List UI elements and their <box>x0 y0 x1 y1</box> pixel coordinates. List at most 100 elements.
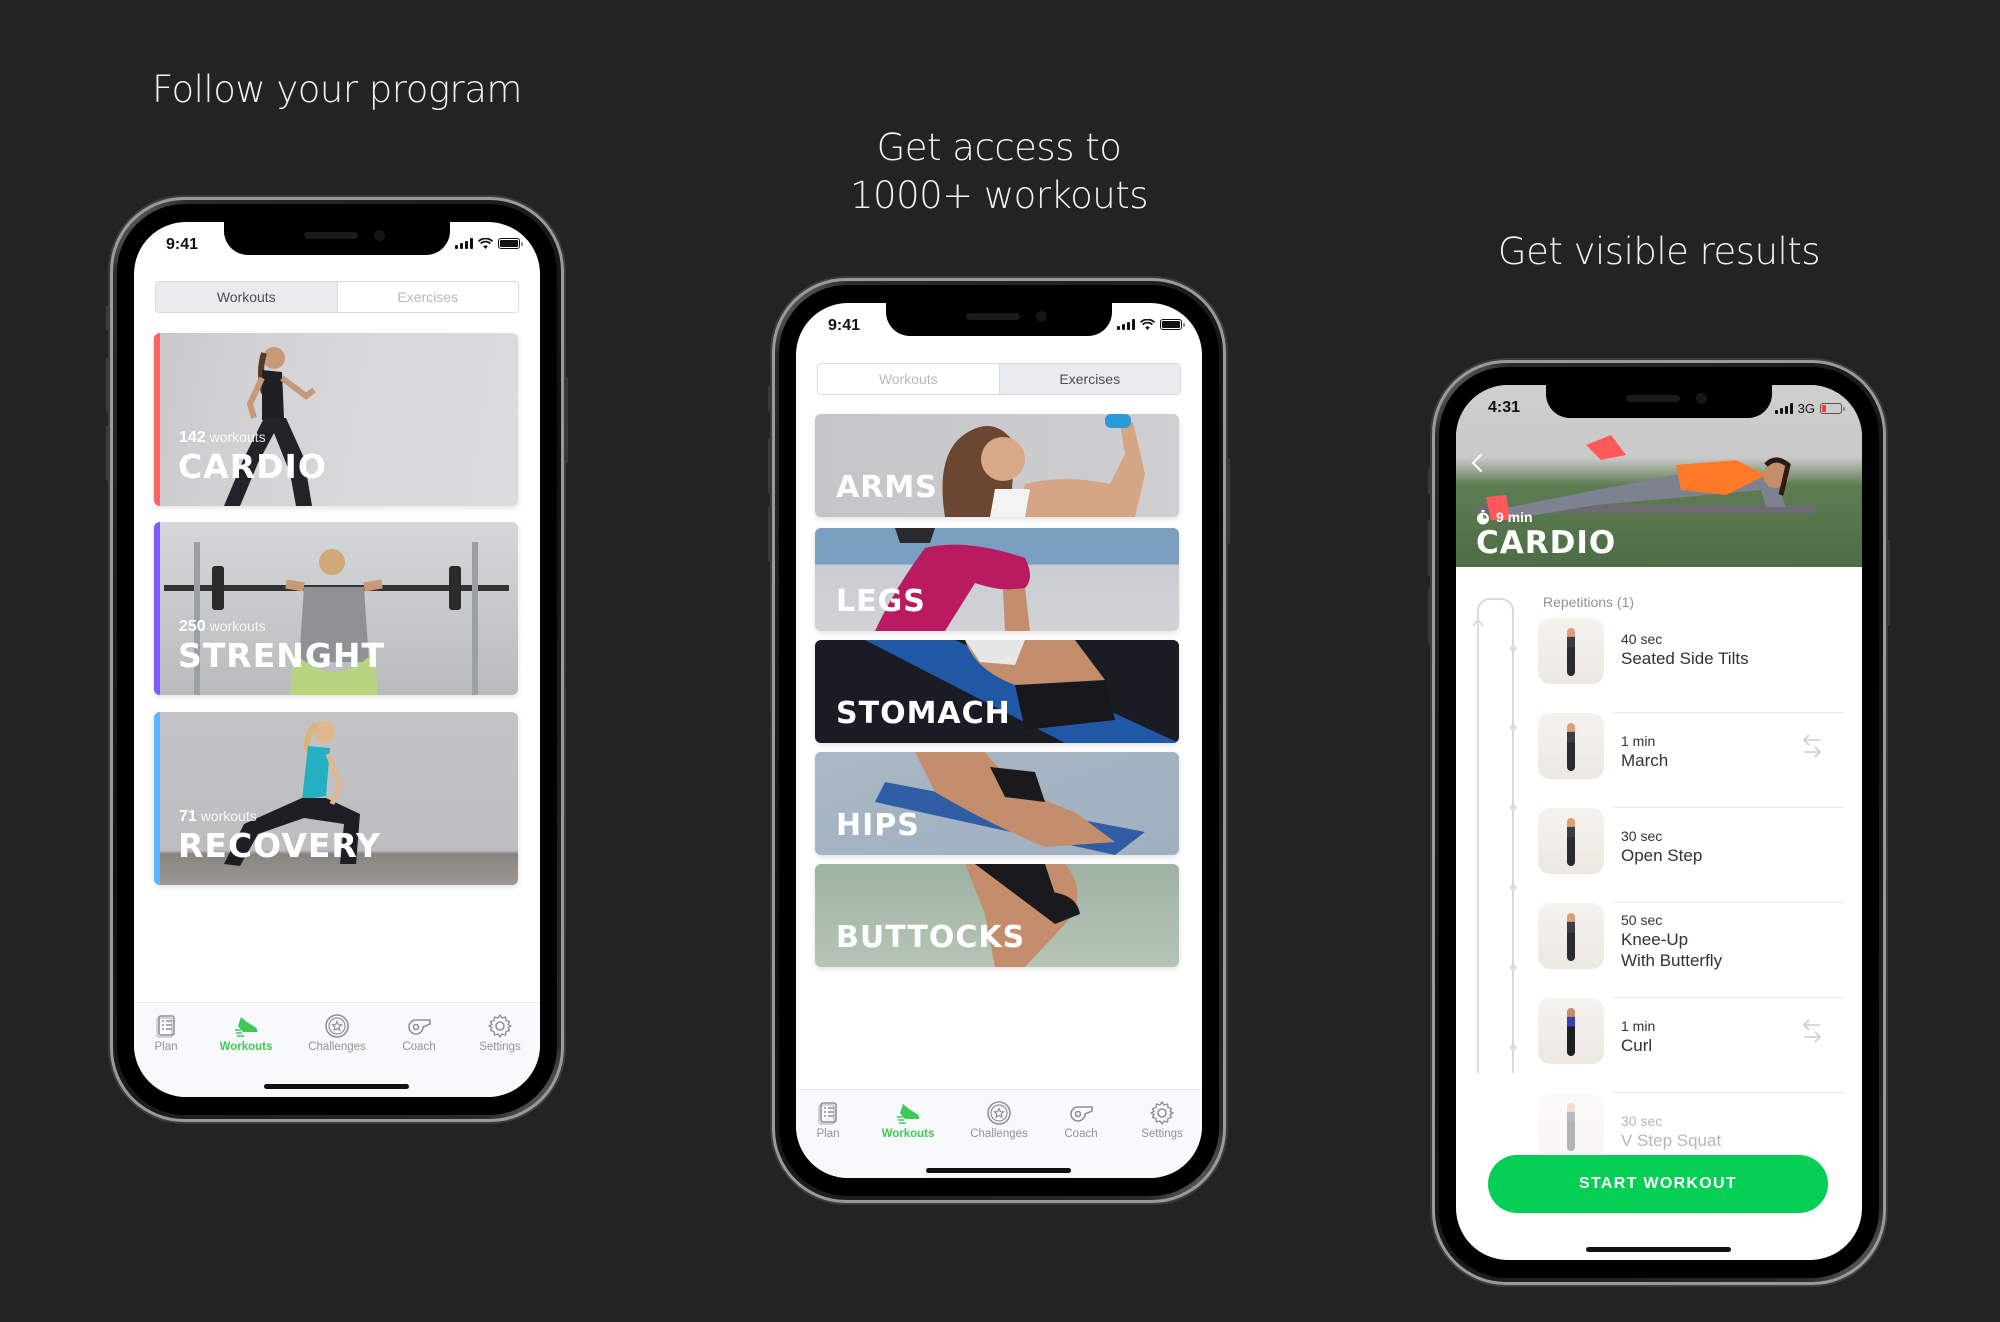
mute-switch <box>768 386 772 412</box>
card-accent <box>154 712 160 885</box>
start-workout-button[interactable]: START WORKOUT <box>1488 1155 1828 1213</box>
tab-label: Coach <box>402 1041 436 1053</box>
segmented-control: Workouts Exercises <box>817 363 1181 395</box>
tab-challenges[interactable]: Challenges <box>959 1100 1039 1140</box>
exercise-row[interactable]: 30 sec Open Step <box>1538 808 1844 903</box>
tab-label: Challenges <box>308 1041 366 1053</box>
volume-up-button <box>1428 520 1432 576</box>
mute-switch <box>1428 468 1432 494</box>
exercise-row[interactable]: 1 min Curl <box>1538 998 1844 1093</box>
status-time: 9:41 <box>166 236 199 253</box>
exercise-thumbnail <box>1538 713 1604 779</box>
sneaker-icon <box>235 1017 258 1037</box>
repetition-timeline <box>1472 598 1516 1073</box>
category-card-strength[interactable]: 250 workouts STRENGHT <box>154 522 518 695</box>
status-time: 4:31 <box>1488 399 1521 416</box>
battery-icon <box>1160 319 1185 330</box>
category-title: RECOVERY <box>178 826 381 865</box>
phone-workouts: 9:41 Workouts Exercises 142 workouts CAR… <box>106 197 568 1122</box>
body-part-card-hips[interactable]: HIPS <box>815 752 1179 855</box>
volume-up-button <box>106 357 110 413</box>
segment-workouts[interactable]: Workouts <box>156 282 337 312</box>
body-part-card-arms[interactable]: ARMS <box>815 414 1179 517</box>
tab-plan[interactable]: Plan <box>134 1013 206 1053</box>
screen: 9:41 Workouts Exercises ARMS LEGS STOMAC… <box>796 303 1202 1178</box>
category-card-cardio[interactable]: 142 workouts CARDIO <box>154 333 518 506</box>
plan-icon <box>818 1102 837 1125</box>
body-part-title: HIPS <box>836 808 920 843</box>
tab-challenges[interactable]: Challenges <box>297 1013 377 1053</box>
tab-workouts[interactable]: Workouts <box>206 1013 286 1053</box>
tab-bar: Plan Workouts Challenges Coach Settings <box>134 1002 540 1097</box>
tab-label: Workouts <box>881 1128 935 1140</box>
segment-exercises[interactable]: Exercises <box>998 364 1180 394</box>
swap-arrows-icon[interactable] <box>1802 733 1822 759</box>
exercise-name: March <box>1621 751 1669 770</box>
exercise-duration: 1 min <box>1621 1018 1656 1034</box>
workout-duration: 9 min <box>1476 509 1533 525</box>
tab-label: Plan <box>154 1041 178 1053</box>
wifi-icon <box>1140 319 1155 330</box>
workout-count: 71 workouts <box>179 808 257 825</box>
stopwatch-icon <box>1477 509 1489 524</box>
notch <box>224 222 450 255</box>
exercise-row[interactable]: 50 sec Knee-Up With Butterfly <box>1538 903 1844 998</box>
network-label: 3G <box>1797 401 1815 416</box>
swap-arrows-icon[interactable] <box>1802 1018 1822 1044</box>
exercise-name: Curl <box>1621 1036 1653 1055</box>
exercise-name: Seated Side Tilts <box>1621 649 1749 668</box>
volume-down-button <box>106 425 110 481</box>
tab-workouts[interactable]: Workouts <box>868 1100 948 1140</box>
whistle-icon <box>408 1019 431 1035</box>
body-part-card-buttocks[interactable]: BUTTOCKS <box>815 864 1179 967</box>
exercise-thumbnail <box>1538 1093 1604 1159</box>
exercise-thumbnail <box>1538 998 1604 1064</box>
back-chevron-icon[interactable] <box>1470 453 1486 473</box>
screen: 9:41 Workouts Exercises 142 workouts CAR… <box>134 222 540 1097</box>
volume-up-button <box>768 438 772 494</box>
category-card-recovery[interactable]: 71 workouts RECOVERY <box>154 712 518 885</box>
body-part-card-stomach[interactable]: STOMACH <box>815 640 1179 743</box>
segmented-control: Workouts Exercises <box>155 281 519 313</box>
tab-settings[interactable]: Settings <box>460 1013 540 1053</box>
segment-workouts[interactable]: Workouts <box>818 364 999 394</box>
exercise-thumbnail <box>1538 618 1604 684</box>
tab-settings[interactable]: Settings <box>1122 1100 1202 1140</box>
signal-icon <box>1117 319 1135 330</box>
tab-plan[interactable]: Plan <box>796 1100 868 1140</box>
exercise-thumbnail <box>1538 808 1604 874</box>
phone-exercises: 9:41 Workouts Exercises ARMS LEGS STOMAC… <box>768 278 1230 1203</box>
tab-bar: Plan Workouts Challenges Coach Settings <box>796 1089 1202 1178</box>
card-accent <box>154 522 160 695</box>
volume-down-button <box>768 506 772 562</box>
card-accent <box>154 333 160 506</box>
workout-count: 250 workouts <box>179 618 266 635</box>
tab-coach[interactable]: Coach <box>1041 1100 1121 1140</box>
headline-follow-program: Follow your program <box>152 68 522 111</box>
home-indicator[interactable] <box>926 1168 1071 1173</box>
exercise-name: Knee-Up With Butterfly <box>1621 930 1723 970</box>
plan-icon <box>156 1015 175 1038</box>
tab-coach[interactable]: Coach <box>379 1013 459 1053</box>
body-part-title: LEGS <box>836 584 926 619</box>
gear-icon <box>488 1014 512 1038</box>
medal-icon <box>987 1101 1011 1125</box>
screen: 4:31 3G 9 min CARDIO Repetitions (1) 40 … <box>1456 385 1862 1260</box>
battery-icon <box>498 238 523 249</box>
home-indicator[interactable] <box>1586 1247 1731 1252</box>
headline-visible-results: Get visible results <box>1497 230 1821 273</box>
signal-icon <box>1774 403 1793 414</box>
segment-exercises[interactable]: Exercises <box>336 282 518 312</box>
exercise-row[interactable]: 40 sec Seated Side Tilts <box>1538 618 1844 713</box>
tab-label: Challenges <box>970 1128 1028 1140</box>
body-part-card-legs[interactable]: LEGS <box>815 528 1179 631</box>
whistle-icon <box>1070 1106 1093 1122</box>
exercise-row[interactable]: 1 min March <box>1538 713 1844 808</box>
headline-access-workouts: Get access to 1000+ workouts <box>849 126 1149 217</box>
tab-label: Plan <box>816 1128 840 1140</box>
exercise-duration: 30 sec <box>1621 1113 1663 1129</box>
exercise-duration: 40 sec <box>1621 631 1663 647</box>
notch <box>1546 385 1772 418</box>
workout-title: CARDIO <box>1476 525 1617 561</box>
home-indicator[interactable] <box>264 1084 409 1089</box>
